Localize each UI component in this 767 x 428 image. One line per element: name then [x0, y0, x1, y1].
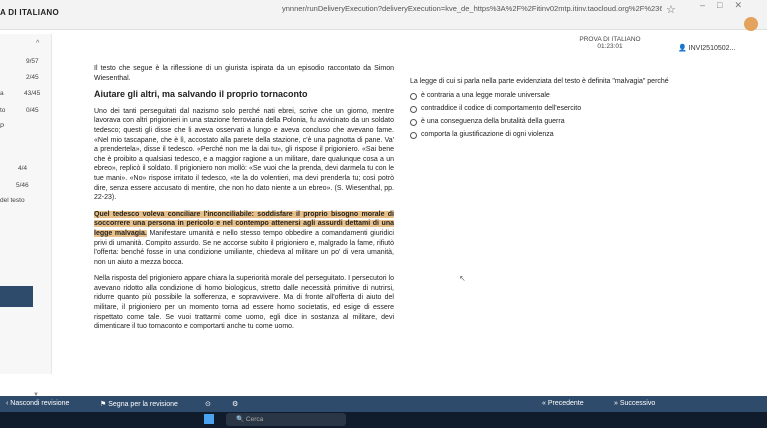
passage-title: Aiutare gli altri, ma salvando il propri…: [94, 89, 308, 100]
previous-button[interactable]: « Precedente: [542, 400, 584, 407]
mouse-cursor-icon: ↖: [459, 274, 466, 283]
flag-review-button[interactable]: ⚑ Segna per la revisione: [100, 400, 178, 408]
test-name: PROVA DI ITALIANO: [579, 36, 641, 43]
section-navigator: ^ 9/57 2/45 a 43/45 to 0/45 P 4/4 5/46 d…: [0, 34, 52, 398]
timer: 01:23:01: [597, 43, 623, 50]
sidebar-item-progress[interactable]: 0/45: [26, 107, 39, 114]
answer-option[interactable]: contraddice il codice di comportamento d…: [410, 105, 700, 113]
window-controls[interactable]: –□✕: [700, 0, 754, 11]
bookmark-star-icon[interactable]: ☆: [666, 3, 676, 16]
sidebar-item-progress[interactable]: 5/46: [16, 182, 29, 189]
profile-avatar[interactable]: [744, 17, 758, 31]
answer-option[interactable]: comporta la giustificazione di ogni viol…: [410, 131, 700, 139]
user-icon: 👤: [678, 45, 687, 52]
radio-button[interactable]: [410, 93, 417, 100]
info-icon[interactable]: ⊙: [205, 400, 211, 408]
settings-icon[interactable]: ⚙: [232, 400, 238, 408]
user-id: 👤 INVI2510502...: [678, 45, 736, 52]
address-bar[interactable]: ynnner/runDeliveryExecution?deliveryExec…: [282, 4, 662, 18]
radio-button[interactable]: [410, 106, 417, 113]
test-header: PROVA DI ITALIANO 01:23:01: [560, 36, 660, 50]
sidebar-fragment: P: [0, 123, 5, 130]
sidebar-item-progress[interactable]: 9/57: [26, 58, 39, 65]
sidebar-fragment: to: [0, 107, 6, 114]
windows-start-icon[interactable]: [204, 414, 214, 424]
hide-review-button[interactable]: ‹ Nascondi revisione: [6, 400, 69, 407]
action-bar: ‹ Nascondi revisione ⚑ Segna per la revi…: [0, 396, 767, 412]
sidebar-fragment: a: [0, 90, 4, 97]
taskbar-search[interactable]: 🔍 Cerca: [226, 413, 346, 426]
passage-paragraph: Uno dei tanti perseguitati dal nazismo s…: [94, 107, 394, 202]
chevron-up-icon[interactable]: ^: [36, 40, 39, 47]
app-title: A DI ITALIANO: [0, 8, 60, 17]
reading-passage: Il testo che segue è la riflessione di u…: [94, 64, 394, 339]
sidebar-item-progress[interactable]: 4/4: [18, 165, 27, 172]
passage-paragraph: Nella risposta del prigioniero appare ch…: [94, 275, 394, 331]
passage-intro: Il testo che segue è la riflessione di u…: [94, 65, 394, 82]
passage-paragraph: Quel tedesco voleva conciliare l'inconci…: [94, 210, 394, 266]
browser-toolbar: A DI ITALIANO ynnner/runDeliveryExecutio…: [0, 0, 767, 31]
answer-option[interactable]: è contraria a una legge morale universal…: [410, 92, 700, 100]
sidebar-item-progress[interactable]: 43/45: [24, 90, 40, 97]
search-icon: 🔍: [236, 416, 245, 423]
next-button[interactable]: » Successivo: [614, 400, 655, 407]
sidebar-item-label[interactable]: del testo: [0, 197, 25, 204]
answer-option[interactable]: è una conseguenza della brutalità della …: [410, 118, 700, 126]
question-panel: La legge di cui si parla nella parte evi…: [410, 78, 700, 144]
radio-button[interactable]: [410, 132, 417, 139]
os-taskbar: [0, 412, 767, 428]
radio-button[interactable]: [410, 119, 417, 126]
sidebar-active-bar: [0, 297, 33, 307]
sidebar-item-progress[interactable]: 2/45: [26, 74, 39, 81]
question-text: La legge di cui si parla nella parte evi…: [410, 78, 669, 85]
